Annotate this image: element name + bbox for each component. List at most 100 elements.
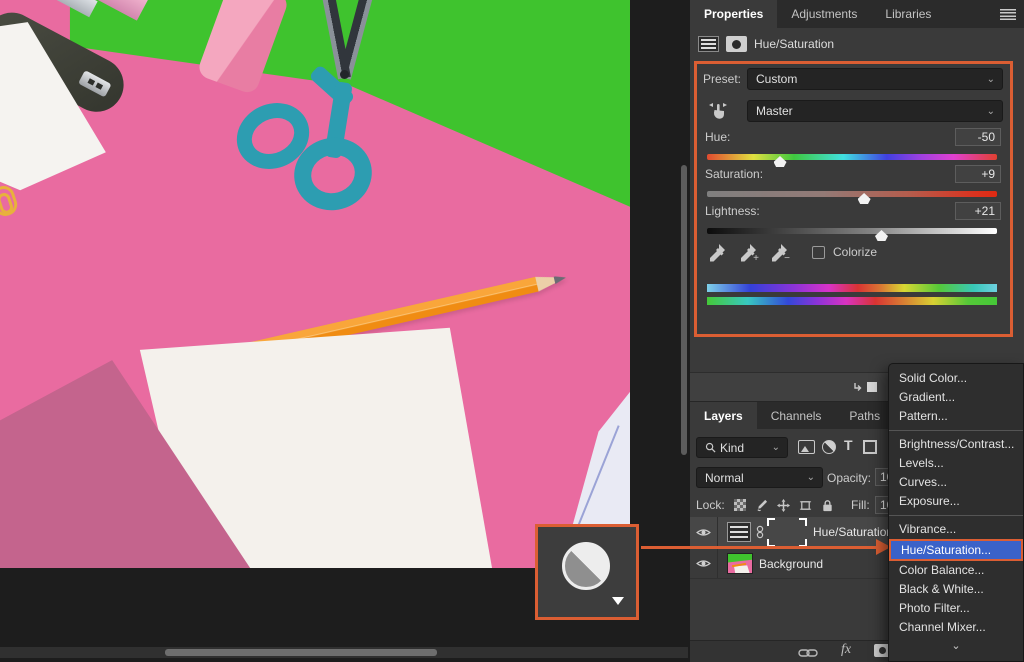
visibility-eye-icon[interactable] — [690, 549, 718, 578]
saturation-value[interactable]: +9 — [955, 165, 1001, 183]
menu-item-gradient[interactable]: Gradient... — [889, 388, 1023, 407]
filter-adjustment-layers-icon[interactable] — [822, 440, 836, 454]
tab-adjustments[interactable]: Adjustments — [777, 0, 871, 28]
lock-all-icon[interactable] — [821, 499, 834, 512]
link-layers-icon[interactable] — [798, 647, 818, 659]
lock-transparency-icon[interactable] — [734, 499, 746, 511]
stapler-plate — [78, 70, 112, 97]
preset-dropdown[interactable]: Custom ⌄ — [747, 68, 1003, 90]
menu-item-solid-color[interactable]: Solid Color... — [889, 369, 1023, 388]
fill-label: Fill: — [851, 498, 870, 512]
filter-type-layers-icon[interactable]: T — [844, 437, 853, 453]
menu-item-hue-saturation[interactable]: Hue/Saturation... — [889, 539, 1023, 561]
hue-value[interactable]: -50 — [955, 128, 1001, 146]
clip-to-layer-icon[interactable] — [853, 381, 877, 393]
menu-separator — [889, 515, 1023, 516]
blend-mode-value: Normal — [705, 471, 744, 485]
menu-item-levels[interactable]: Levels... — [889, 454, 1023, 473]
eyedropper-subtract-icon[interactable]: − — [769, 242, 789, 262]
tab-properties[interactable]: Properties — [690, 0, 777, 28]
eyedropper-row: + − Colorize — [707, 242, 877, 262]
preset-value: Custom — [756, 72, 797, 86]
lightness-slider-thumb[interactable] — [875, 230, 888, 241]
filter-smart-objects-icon[interactable] — [863, 440, 877, 454]
lock-label: Lock: — [696, 498, 725, 512]
eyedropper-add-icon[interactable]: + — [738, 242, 758, 262]
menu-separator — [889, 430, 1023, 431]
lock-position-icon[interactable] — [777, 499, 790, 512]
scissors — [250, 0, 420, 250]
hue-saturation-badge-icon — [698, 36, 719, 52]
menu-item-channel-mixer[interactable]: Channel Mixer... — [889, 618, 1023, 637]
channel-value: Master — [756, 104, 793, 118]
menu-item-black-white[interactable]: Black & White... — [889, 580, 1023, 599]
hue-label-row: Hue: -50 — [705, 128, 1001, 146]
chevron-down-icon: ⌄ — [807, 472, 815, 483]
filter-pixel-layers-icon[interactable] — [798, 440, 815, 454]
opacity-label: Opacity: — [827, 471, 871, 485]
colorize-label: Colorize — [833, 245, 877, 259]
saturation-slider[interactable] — [707, 191, 997, 197]
spectrum-bar-adjusted — [707, 297, 997, 305]
menu-item-brightness-contrast[interactable]: Brightness/Contrast... — [889, 435, 1023, 454]
properties-title: Hue/Saturation — [754, 37, 834, 51]
preset-label: Preset: — [703, 72, 747, 86]
hue-saturation-controls-highlight: Preset: Custom ⌄ Master ⌄ — [694, 61, 1013, 337]
properties-tabbar: Properties Adjustments Libraries — [690, 0, 1024, 28]
spectrum-bar-original — [707, 284, 997, 292]
lightness-slider[interactable] — [707, 228, 997, 234]
menu-item-vibrance[interactable]: Vibrance... — [889, 520, 1023, 539]
lightness-value[interactable]: +21 — [955, 202, 1001, 220]
properties-header: Hue/Saturation — [690, 28, 1024, 60]
background-layer-thumbnail[interactable] — [727, 553, 753, 574]
colorize-checkbox[interactable] — [812, 246, 825, 259]
tab-paths[interactable]: Paths — [835, 402, 894, 429]
layer-name[interactable]: Background — [759, 557, 823, 571]
layer-mask-thumbnail-selected[interactable] — [767, 518, 807, 547]
adjustment-layer-thumbnail[interactable] — [727, 522, 751, 542]
picker-dropdown-arrow-icon[interactable] — [612, 597, 624, 605]
menu-item-color-balance[interactable]: Color Balance... — [889, 561, 1023, 580]
saturation-label-row: Saturation: +9 — [705, 165, 1001, 183]
hue-slider[interactable] — [707, 154, 997, 160]
blend-mode-dropdown[interactable]: Normal ⌄ — [696, 467, 823, 488]
adjustment-layer-icon[interactable] — [562, 542, 610, 590]
menu-item-photo-filter[interactable]: Photo Filter... — [889, 599, 1023, 618]
mask-badge-icon[interactable] — [726, 36, 747, 52]
menu-item-curves[interactable]: Curves... — [889, 473, 1023, 492]
panel-menu-icon[interactable] — [1000, 9, 1016, 20]
kind-filter-dropdown[interactable]: Kind ⌄ — [696, 437, 788, 458]
menu-item-exposure[interactable]: Exposure... — [889, 492, 1023, 511]
chevron-down-icon: ⌄ — [772, 442, 780, 453]
kind-label: Kind — [720, 441, 744, 455]
vertical-scrollbar[interactable] — [681, 165, 687, 455]
lock-paint-icon[interactable] — [755, 499, 768, 512]
chevron-down-icon: ⌄ — [987, 74, 995, 85]
callout-arrow-line — [641, 546, 879, 549]
adjustment-picker-callout[interactable] — [535, 524, 639, 620]
layer-style-fx-icon[interactable]: fx — [841, 642, 851, 658]
channel-dropdown[interactable]: Master ⌄ — [747, 100, 1003, 122]
lightness-label-row: Lightness: +21 — [705, 202, 1001, 220]
lightness-label: Lightness: — [705, 204, 760, 218]
photoshop-window: Properties Adjustments Libraries Hue/Sat… — [0, 0, 1024, 662]
tab-layers[interactable]: Layers — [690, 402, 757, 429]
channel-row: Master ⌄ — [703, 100, 1003, 122]
hue-label: Hue: — [705, 130, 730, 144]
menu-item-pattern[interactable]: Pattern... — [889, 407, 1023, 426]
horizontal-scrollbar-track[interactable] — [0, 647, 688, 658]
saturation-label: Saturation: — [705, 167, 763, 181]
tab-channels[interactable]: Channels — [757, 402, 836, 429]
visibility-eye-icon[interactable] — [690, 517, 718, 547]
layer-mask-link-icon[interactable] — [756, 525, 764, 539]
adjustment-layer-menu: Solid Color... Gradient... Pattern... Br… — [888, 363, 1024, 662]
horizontal-scrollbar-thumb[interactable] — [165, 649, 437, 656]
targeted-adjustment-tool-icon[interactable] — [707, 100, 729, 122]
preset-row: Preset: Custom ⌄ — [703, 72, 1003, 86]
eyedropper-icon[interactable] — [707, 242, 727, 262]
menu-scroll-down-icon[interactable]: ⌄ — [889, 639, 1023, 652]
chevron-down-icon: ⌄ — [987, 106, 995, 117]
lock-artboard-icon[interactable] — [799, 499, 812, 512]
tab-libraries[interactable]: Libraries — [871, 0, 945, 28]
document-photo — [0, 0, 630, 568]
